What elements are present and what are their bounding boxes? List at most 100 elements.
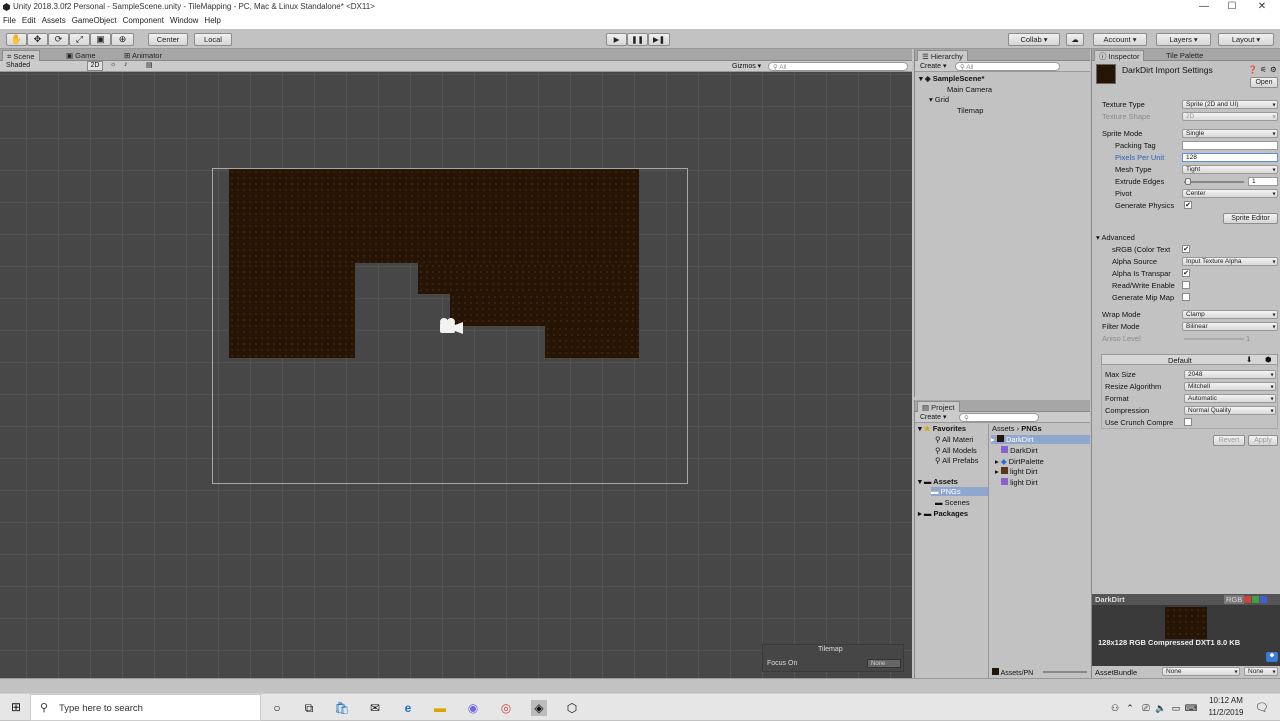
chrome-icon[interactable]: ◎ [498,700,514,716]
resize-algorithm-dropdown[interactable]: Mitchell [1184,382,1276,391]
tab-game[interactable]: ▣ Game [62,50,100,61]
move-tool-icon[interactable]: ✥ [27,33,48,46]
scene-root-item[interactable]: ▾ ◈ SampleScene* [919,74,984,83]
taskbar-search-input[interactable]: ⚲ Type here to search [30,694,261,721]
pivot-center-toggle[interactable]: Center [148,33,188,46]
close-button[interactable]: ✕ [1250,1,1274,13]
favorites-folder[interactable]: ▾ ★ Favorites [918,424,966,433]
people-icon[interactable]: ⚇ [1107,700,1123,716]
store-icon[interactable]: 🛍 [334,700,350,716]
read-write-checkbox[interactable] [1182,281,1190,289]
step-button[interactable]: ▶❚ [648,33,670,46]
presets-icon[interactable]: ⚟ [1260,65,1267,74]
breadcrumb-pngs[interactable]: PNGs [1021,424,1041,433]
hierarchy-item-grid[interactable]: ▾ Grid [929,95,949,104]
help-icon[interactable]: ❓ [1248,65,1257,74]
max-size-dropdown[interactable]: 2048 [1184,370,1276,379]
srgb-checkbox[interactable]: ✔ [1182,245,1190,253]
folder-pngs[interactable]: ▬ PNGs [931,487,988,496]
edge-icon[interactable]: e [400,700,416,716]
maximize-button[interactable]: ☐ [1220,1,1244,13]
download-icon[interactable]: ⬇ [1246,355,1252,364]
alpha-source-dropdown[interactable]: Input Texture Alpha [1182,257,1278,266]
project-file-item[interactable]: ▸ light Dirt [995,467,1037,476]
file-explorer-icon[interactable]: ▬ [432,700,448,716]
project-search-input[interactable]: ⚲ [959,413,1039,422]
rotate-tool-icon[interactable]: ⟳ [48,33,69,46]
discord-icon[interactable]: ◉ [465,700,481,716]
menu-edit[interactable]: Edit [19,15,39,25]
effects-icon[interactable]: ▤ [146,61,153,69]
menu-file[interactable]: File [0,15,19,25]
tab-inspector[interactable]: ⓘ Inspector [1094,50,1145,61]
project-file-item[interactable]: DarkDirt [1001,446,1038,455]
packing-tag-input[interactable] [1182,141,1278,150]
mode-2d-toggle[interactable]: 2D [87,61,103,71]
extrude-edges-slider[interactable] [1184,181,1244,183]
camera-gizmo-icon[interactable] [437,317,465,337]
tab-tile-palette[interactable]: Tile Palette [1162,50,1207,61]
layout-dropdown[interactable]: Layout ▾ [1218,33,1274,46]
hierarchy-item-tilemap[interactable]: Tilemap [957,106,983,115]
tab-animator[interactable]: ⊞ Animator [120,50,166,61]
red-channel-icon[interactable] [1244,596,1251,603]
format-dropdown[interactable]: Automatic [1184,394,1276,403]
pause-button[interactable]: ❚❚ [627,33,648,46]
hierarchy-search-input[interactable]: ⚲ All [955,62,1060,71]
battery-icon[interactable]: ▭ [1168,700,1184,716]
mesh-type-dropdown[interactable]: Tight [1182,165,1278,174]
cloud-icon[interactable]: ☁ [1066,33,1084,46]
favorites-item[interactable]: ⚲ All Prefabs [935,456,978,465]
project-create-button[interactable]: Create ▾ [920,413,946,421]
mail-icon[interactable]: ✉ [367,700,383,716]
alpha-transparency-checkbox[interactable]: ✔ [1182,269,1190,277]
notifications-icon[interactable]: 🗨 [1254,700,1270,716]
open-button[interactable]: Open [1250,77,1278,88]
pixels-per-unit-input[interactable]: 128 [1182,153,1278,162]
clock-date[interactable]: 11/2/2019 [1204,708,1248,717]
apply-button[interactable]: Apply [1248,435,1278,446]
account-dropdown[interactable]: Account ▾ [1093,33,1147,46]
hand-tool-icon[interactable]: ✋ [6,33,27,46]
green-channel-icon[interactable] [1252,596,1259,603]
menu-component[interactable]: Component [120,15,167,25]
platform-icon[interactable]: ⬢ [1265,355,1272,364]
tab-scene[interactable]: ⌗ Scene [2,50,40,61]
mip-maps-checkbox[interactable] [1182,293,1190,301]
project-file-item[interactable]: light Dirt [1001,478,1038,487]
crunch-checkbox[interactable] [1184,418,1192,426]
focus-on-dropdown[interactable]: None [867,659,901,668]
packages-folder[interactable]: ▸ ▬ Packages [918,509,968,518]
hierarchy-create-button[interactable]: Create ▾ [920,62,946,70]
settings-gear-icon[interactable]: ⚙ [1270,65,1277,74]
favorites-item[interactable]: ⚲ All Materi [935,435,973,444]
platform-default-tab[interactable]: Default [1168,356,1192,365]
sprite-mode-dropdown[interactable]: Single [1182,129,1278,138]
unity-hub-icon[interactable]: ⬡ [564,700,580,716]
favorites-item[interactable]: ⚲ All Models [935,446,977,455]
network-icon[interactable]: ⎚ [1138,700,1154,716]
wrap-mode-dropdown[interactable]: Clamp [1182,310,1278,319]
menu-help[interactable]: Help [201,15,223,25]
lighting-icon[interactable]: ☼ [110,61,116,68]
keyboard-icon[interactable]: ⌨ [1183,700,1199,716]
assets-folder[interactable]: ▾ ▬ Assets [918,477,958,486]
blue-channel-icon[interactable] [1260,596,1267,603]
asset-bundle-dropdown[interactable]: None [1162,667,1240,676]
collab-dropdown[interactable]: Collab ▾ [1008,33,1060,46]
label-tag-icon[interactable]: ⬥ [1266,652,1278,662]
play-button[interactable]: ▶ [606,33,627,46]
project-file-item[interactable]: ▸ DarkDirt [991,435,1090,444]
revert-button[interactable]: Revert [1213,435,1245,446]
sprite-editor-button[interactable]: Sprite Editor [1223,213,1278,224]
icon-size-slider[interactable] [1043,671,1087,673]
scene-search-input[interactable]: ⚲ All [768,62,908,71]
preview-channel-toggle[interactable]: RGB [1224,595,1245,604]
texture-type-dropdown[interactable]: Sprite (2D and UI) [1182,100,1278,109]
compression-dropdown[interactable]: Normal Quality [1184,406,1276,415]
tab-project[interactable]: ▤ Project [917,401,960,412]
advanced-foldout[interactable]: ▾ Advanced [1096,233,1135,242]
extrude-edges-input[interactable]: 1 [1248,177,1278,186]
breadcrumb-assets[interactable]: Assets [992,424,1015,433]
layers-dropdown[interactable]: Layers ▾ [1156,33,1211,46]
